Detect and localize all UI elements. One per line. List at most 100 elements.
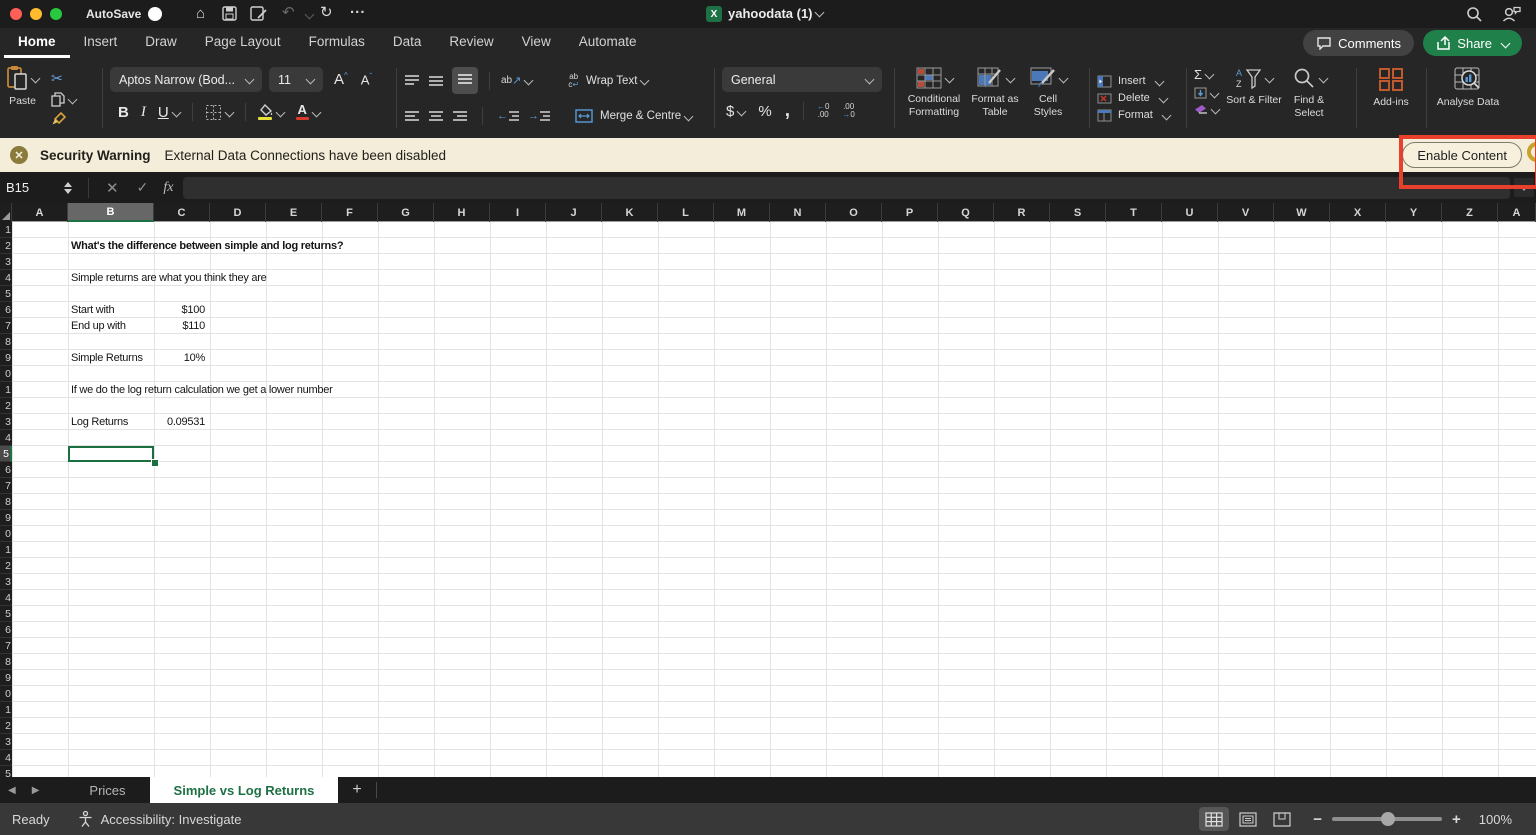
insert-cells-button[interactable]: Insert bbox=[1097, 75, 1183, 88]
accessibility-status[interactable]: Accessibility: Investigate bbox=[101, 812, 242, 827]
cell-B9[interactable]: Simple Returns bbox=[71, 350, 143, 366]
row-header-34[interactable]: 4 bbox=[0, 750, 12, 766]
row-header-18[interactable]: 8 bbox=[0, 494, 12, 510]
cancel-icon[interactable]: ✕ bbox=[97, 179, 128, 197]
row-header-16[interactable]: 6 bbox=[0, 462, 12, 478]
home-icon[interactable]: ⌂ bbox=[196, 6, 205, 21]
fill-button[interactable] bbox=[1194, 87, 1219, 99]
align-left-icon[interactable] bbox=[404, 109, 420, 123]
column-header-N[interactable]: N bbox=[770, 203, 826, 222]
more-commands-icon[interactable]: ... bbox=[350, 1, 366, 16]
column-header-W[interactable]: W bbox=[1274, 203, 1330, 222]
borders-button[interactable] bbox=[205, 104, 233, 121]
align-center-icon[interactable] bbox=[428, 109, 444, 123]
cell-C13[interactable]: 0.09531 bbox=[154, 414, 205, 430]
column-header-E[interactable]: E bbox=[266, 203, 322, 222]
cell-B4[interactable]: Simple returns are what you think they a… bbox=[71, 270, 267, 286]
zoom-slider-knob[interactable] bbox=[1381, 812, 1395, 826]
row-header-25[interactable]: 5 bbox=[0, 606, 12, 622]
row-header-23[interactable]: 3 bbox=[0, 574, 12, 590]
column-header-A[interactable]: A bbox=[12, 203, 68, 222]
align-middle-icon[interactable] bbox=[428, 74, 444, 88]
ribbon-tab-insert[interactable]: Insert bbox=[70, 28, 132, 58]
cut-button[interactable]: ✂ bbox=[51, 70, 76, 87]
column-header-H[interactable]: H bbox=[434, 203, 490, 222]
row-header-4[interactable]: 4 bbox=[0, 270, 12, 286]
sort-filter-button[interactable]: AZ Sort & Filter bbox=[1225, 58, 1283, 107]
row-header-24[interactable]: 4 bbox=[0, 590, 12, 606]
column-header-A[interactable]: A bbox=[1498, 203, 1536, 222]
merge-centre-button[interactable]: Merge & Centre bbox=[575, 109, 692, 123]
save-as-icon[interactable] bbox=[250, 6, 267, 21]
addins-button[interactable]: Add-ins bbox=[1373, 58, 1409, 109]
row-header-30[interactable]: 0 bbox=[0, 686, 12, 702]
bold-button[interactable]: B bbox=[118, 104, 129, 121]
cell-C9[interactable]: 10% bbox=[154, 350, 205, 366]
row-header-26[interactable]: 6 bbox=[0, 622, 12, 638]
row-header-1[interactable]: 1 bbox=[0, 222, 12, 238]
increase-font-size-button[interactable]: A^ bbox=[334, 71, 348, 88]
ribbon-tab-home[interactable]: Home bbox=[4, 28, 70, 58]
analyse-data-button[interactable]: Analyse Data bbox=[1437, 58, 1499, 109]
copy-button[interactable] bbox=[51, 92, 76, 107]
fill-handle[interactable] bbox=[151, 459, 159, 467]
row-header-3[interactable]: 3 bbox=[0, 254, 12, 270]
row-header-6[interactable]: 6 bbox=[0, 302, 12, 318]
column-header-F[interactable]: F bbox=[322, 203, 378, 222]
row-header-15[interactable]: 5 bbox=[0, 446, 12, 462]
column-header-K[interactable]: K bbox=[602, 203, 658, 222]
number-format-select[interactable]: General bbox=[722, 67, 882, 92]
ribbon-tab-view[interactable]: View bbox=[508, 28, 565, 58]
column-header-V[interactable]: V bbox=[1218, 203, 1274, 222]
column-header-B[interactable]: B bbox=[68, 203, 154, 222]
close-window-button[interactable] bbox=[10, 8, 22, 20]
enter-icon[interactable]: ✓ bbox=[128, 179, 158, 196]
ribbon-tab-formulas[interactable]: Formulas bbox=[295, 28, 379, 58]
cell-B13[interactable]: Log Returns bbox=[71, 414, 128, 430]
column-header-Y[interactable]: Y bbox=[1386, 203, 1442, 222]
name-box-spinner[interactable] bbox=[64, 182, 72, 194]
find-select-button[interactable]: Find & Select bbox=[1283, 58, 1335, 119]
row-header-12[interactable]: 2 bbox=[0, 398, 12, 414]
row-header-22[interactable]: 2 bbox=[0, 558, 12, 574]
row-header-2[interactable]: 2 bbox=[0, 238, 12, 254]
document-title[interactable]: yahoodata (1) bbox=[728, 6, 813, 21]
paste-button[interactable]: Paste bbox=[6, 58, 39, 138]
row-header-10[interactable]: 0 bbox=[0, 366, 12, 382]
page-layout-view-button[interactable] bbox=[1233, 807, 1263, 831]
zoom-slider[interactable] bbox=[1332, 817, 1442, 821]
column-header-X[interactable]: X bbox=[1330, 203, 1386, 222]
column-header-I[interactable]: I bbox=[490, 203, 546, 222]
contact-support-icon[interactable] bbox=[1502, 5, 1522, 22]
clear-button[interactable] bbox=[1194, 104, 1219, 115]
increase-decimal-button[interactable]: ←0.00 bbox=[817, 103, 829, 119]
column-header-Q[interactable]: Q bbox=[938, 203, 994, 222]
wrap-text-button[interactable]: abc↵ Wrap Text bbox=[568, 73, 648, 89]
column-header-J[interactable]: J bbox=[546, 203, 602, 222]
format-cells-button[interactable]: Format bbox=[1097, 109, 1183, 122]
ribbon-tab-automate[interactable]: Automate bbox=[565, 28, 651, 58]
row-header-7[interactable]: 7 bbox=[0, 318, 12, 334]
column-header-O[interactable]: O bbox=[826, 203, 882, 222]
underline-button[interactable]: U bbox=[158, 104, 180, 121]
sheet-tab-prices[interactable]: Prices bbox=[65, 777, 149, 803]
row-header-28[interactable]: 8 bbox=[0, 654, 12, 670]
insert-function-icon[interactable]: fx bbox=[157, 180, 183, 196]
comma-style-button[interactable]: , bbox=[785, 106, 790, 116]
search-icon[interactable] bbox=[1466, 6, 1482, 22]
normal-view-button[interactable] bbox=[1199, 807, 1229, 831]
comments-button[interactable]: Comments bbox=[1303, 30, 1414, 56]
column-header-G[interactable]: G bbox=[378, 203, 434, 222]
row-header-13[interactable]: 3 bbox=[0, 414, 12, 430]
security-warning-icon[interactable]: ✕ bbox=[10, 146, 28, 164]
zoom-out-button[interactable]: − bbox=[1313, 811, 1322, 828]
row-header-32[interactable]: 2 bbox=[0, 718, 12, 734]
align-bottom-button[interactable] bbox=[452, 67, 478, 94]
column-header-D[interactable]: D bbox=[210, 203, 266, 222]
column-header-R[interactable]: R bbox=[994, 203, 1050, 222]
share-button[interactable]: Share bbox=[1423, 30, 1522, 56]
percent-style-button[interactable]: % bbox=[758, 103, 771, 120]
page-break-view-button[interactable] bbox=[1267, 807, 1297, 831]
row-header-8[interactable]: 8 bbox=[0, 334, 12, 350]
decrease-indent-button[interactable]: ← bbox=[497, 110, 520, 122]
